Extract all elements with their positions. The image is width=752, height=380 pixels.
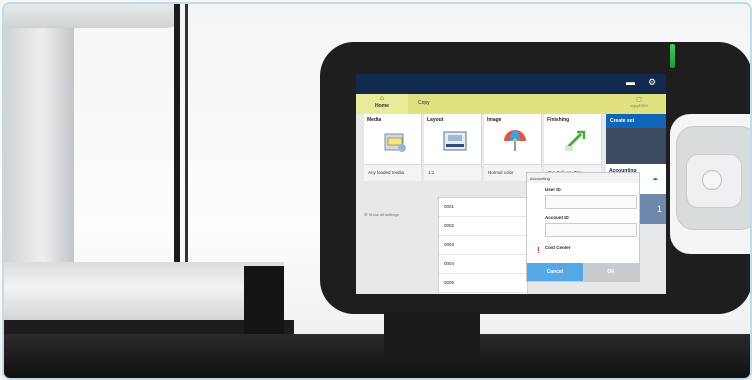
- list-icon: ☰: [364, 212, 368, 217]
- show-all-settings[interactable]: ☰ Show all settings: [364, 212, 399, 217]
- printer-top-cover: [4, 4, 179, 28]
- cloud-icon: ☁: [652, 176, 658, 182]
- tile-image[interactable]: Image: [484, 114, 542, 168]
- layout-icon: [443, 131, 467, 151]
- right-panel-dark: [606, 128, 666, 164]
- list-item-text: 0003: [444, 242, 455, 247]
- user-id-field[interactable]: [545, 195, 637, 209]
- list-item-text: 0004: [444, 261, 455, 266]
- printer-base: [4, 334, 750, 378]
- status-led: [670, 44, 675, 68]
- list-item-text: 0001: [444, 204, 455, 209]
- list-item[interactable]: 0005: [439, 274, 527, 293]
- list-item[interactable]: 0001: [439, 198, 527, 217]
- dialog-title: Accounting: [527, 173, 639, 183]
- tile-layout[interactable]: Layout: [424, 114, 482, 168]
- warning-icon: !: [537, 246, 540, 255]
- account-id-label: Account ID: [545, 215, 569, 220]
- tile-image-title: Image: [487, 117, 502, 123]
- account-list: 0001 0002 0003 0004 0005: [438, 197, 528, 294]
- cancel-label: Cancel: [546, 269, 564, 275]
- account-id-field[interactable]: [545, 223, 637, 237]
- list-item-text: 0002: [444, 223, 455, 228]
- tile-layout-value: 1:1: [424, 164, 481, 181]
- tile-media-title: Media: [367, 117, 382, 123]
- tab-copydsm[interactable]: ▢ copyDSM: [614, 96, 664, 108]
- user-id-label: User ID: [545, 187, 561, 192]
- tile-layout-title: Layout: [427, 117, 444, 123]
- media-icon: [384, 133, 406, 152]
- list-item-text: 0005: [444, 280, 455, 285]
- home-icon: ⌂: [379, 95, 385, 102]
- tab-home[interactable]: ⌂ Home: [356, 94, 408, 114]
- show-all-label: Show all settings: [368, 212, 399, 217]
- printer-pillar: [4, 4, 74, 289]
- list-item[interactable]: 0002: [439, 217, 527, 236]
- output-shelf: [4, 262, 284, 324]
- ok-label: OK: [607, 269, 615, 275]
- ok-button[interactable]: OK: [583, 263, 639, 281]
- list-item[interactable]: 0003: [439, 236, 527, 255]
- umbrella-icon: [504, 130, 526, 151]
- gear-icon[interactable]: ⚙: [648, 77, 656, 88]
- list-item[interactable]: 0004: [439, 255, 527, 274]
- accounting-dialog: Accounting User ID Account ID ! Cost Cen…: [526, 172, 640, 282]
- tile-finishing-title: Finishing: [547, 117, 570, 123]
- media-value-text: Any loaded media: [368, 170, 405, 175]
- copydsm-icon: ▢: [636, 97, 642, 103]
- layout-value-text: 1:1: [428, 170, 435, 175]
- top-bar: ▬ ⚙: [356, 74, 666, 94]
- tab-home-label: Home: [375, 103, 389, 109]
- tab-bar: ⌂ Home Copy ▢ copyDSM: [356, 94, 666, 114]
- finishing-icon: [564, 130, 586, 151]
- cancel-button[interactable]: Cancel: [527, 263, 583, 281]
- cost-center-label: Cost Center: [545, 245, 571, 250]
- photo-frame: ▬ ⚙ ⌂ Home Copy ▢ copyDSM Media Layout I…: [2, 2, 752, 380]
- nav-center-dot: [702, 170, 722, 190]
- tab-copydsm-label: copyDSM: [630, 103, 648, 108]
- tab-copy[interactable]: Copy: [418, 100, 430, 106]
- tile-media[interactable]: Media: [364, 114, 422, 168]
- copies-count: 1: [656, 204, 662, 214]
- create-set-label: Create set: [610, 118, 635, 124]
- tile-finishing[interactable]: Finishing: [544, 114, 602, 168]
- touchscreen: ▬ ⚙ ⌂ Home Copy ▢ copyDSM Media Layout I…: [356, 74, 666, 294]
- create-set-button[interactable]: Create set: [606, 114, 666, 128]
- window-icon[interactable]: ▬: [626, 77, 635, 87]
- dialog-title-text: Accounting: [530, 176, 550, 181]
- image-value-text: Normal color: [488, 170, 514, 175]
- tile-media-value: Any loaded media: [364, 164, 421, 181]
